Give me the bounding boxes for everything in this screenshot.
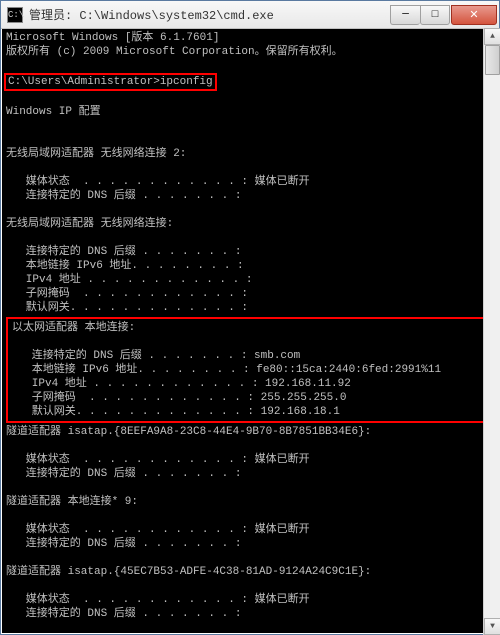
adapter-tun2-title: 隧道适配器 本地连接* 9: [6,496,138,508]
ethernet-highlight: 以太网适配器 本地连接: 连接特定的 DNS 后缀 . . . . . . . … [6,317,494,423]
tun1-dns: 连接特定的 DNS 后缀 . . . . . . . : [6,468,241,480]
wlan-dns: 连接特定的 DNS 后缀 . . . . . . . : [6,246,241,258]
adapter-eth-title: 以太网适配器 本地连接: [12,322,135,334]
ipconfig-title: Windows IP 配置 [6,106,101,118]
tun2-dns: 连接特定的 DNS 后缀 . . . . . . . : [6,538,241,550]
adapter-wlan2-title: 无线局域网适配器 无线网络连接 2: [6,148,186,160]
wlan-mask: 子网掩码 . . . . . . . . . . . . : [6,288,248,300]
tun3-dns: 连接特定的 DNS 后缀 . . . . . . . : [6,608,241,620]
window-title: 管理员: C:\Windows\system32\cmd.exe [29,6,390,23]
scroll-thumb[interactable] [485,45,500,75]
header-line: Microsoft Windows [版本 6.1.7601] [6,32,219,44]
adapter-tun3-title: 隧道适配器 isatap.{45EC7B53-ADFE-4C38-81AD-91… [6,566,371,578]
adapter-tun1-title: 隧道适配器 isatap.{8EEFA9A8-23C8-44E4-9B70-8B… [6,426,371,438]
minimize-button[interactable]: ─ [390,5,420,25]
cmd-window: C:\ 管理员: C:\Windows\system32\cmd.exe ─ □… [0,0,500,635]
tun1-media: 媒体状态 . . . . . . . . . . . . : 媒体已断开 [6,454,310,466]
wlan2-dns: 连接特定的 DNS 后缀 . . . . . . . : [6,190,241,202]
adapter-wlan-title: 无线局域网适配器 无线网络连接: [6,218,173,230]
copyright-line: 版权所有 (c) 2009 Microsoft Corporation。保留所有… [6,46,343,58]
eth-mask: 子网掩码 . . . . . . . . . . . . : 255.255.2… [12,392,346,404]
eth-ipv4: IPv4 地址 . . . . . . . . . . . . : 192.16… [12,378,351,390]
maximize-button[interactable]: □ [420,5,450,25]
tun3-media: 媒体状态 . . . . . . . . . . . . : 媒体已断开 [6,594,310,606]
wlan-ipv4: IPv4 地址 . . . . . . . . . . . . : [6,274,252,286]
eth-dns: 连接特定的 DNS 后缀 . . . . . . . : smb.com [12,350,300,362]
cmd-icon: C:\ [7,7,23,23]
console-output[interactable]: Microsoft Windows [版本 6.1.7601] 版权所有 (c)… [1,29,499,634]
wlan2-media: 媒体状态 . . . . . . . . . . . . : 媒体已断开 [6,176,310,188]
wlan-gw: 默认网关. . . . . . . . . . . . . : [6,302,248,314]
vertical-scrollbar[interactable]: ▲ ▼ [483,28,500,635]
command-highlight: C:\Users\Administrator>ipconfig [4,73,217,91]
eth-gw: 默认网关. . . . . . . . . . . . . : 192.168.… [12,406,340,418]
close-button[interactable]: ✕ [451,5,497,25]
window-controls: ─ □ ✕ [390,5,497,25]
scroll-down-button[interactable]: ▼ [484,618,500,635]
wlan-ipv6: 本地链接 IPv6 地址. . . . . . . . : [6,260,244,272]
tun2-media: 媒体状态 . . . . . . . . . . . . : 媒体已断开 [6,524,310,536]
scroll-up-button[interactable]: ▲ [484,28,500,45]
titlebar[interactable]: C:\ 管理员: C:\Windows\system32\cmd.exe ─ □… [1,1,499,29]
eth-ipv6: 本地链接 IPv6 地址. . . . . . . . : fe80::15ca… [12,364,441,376]
